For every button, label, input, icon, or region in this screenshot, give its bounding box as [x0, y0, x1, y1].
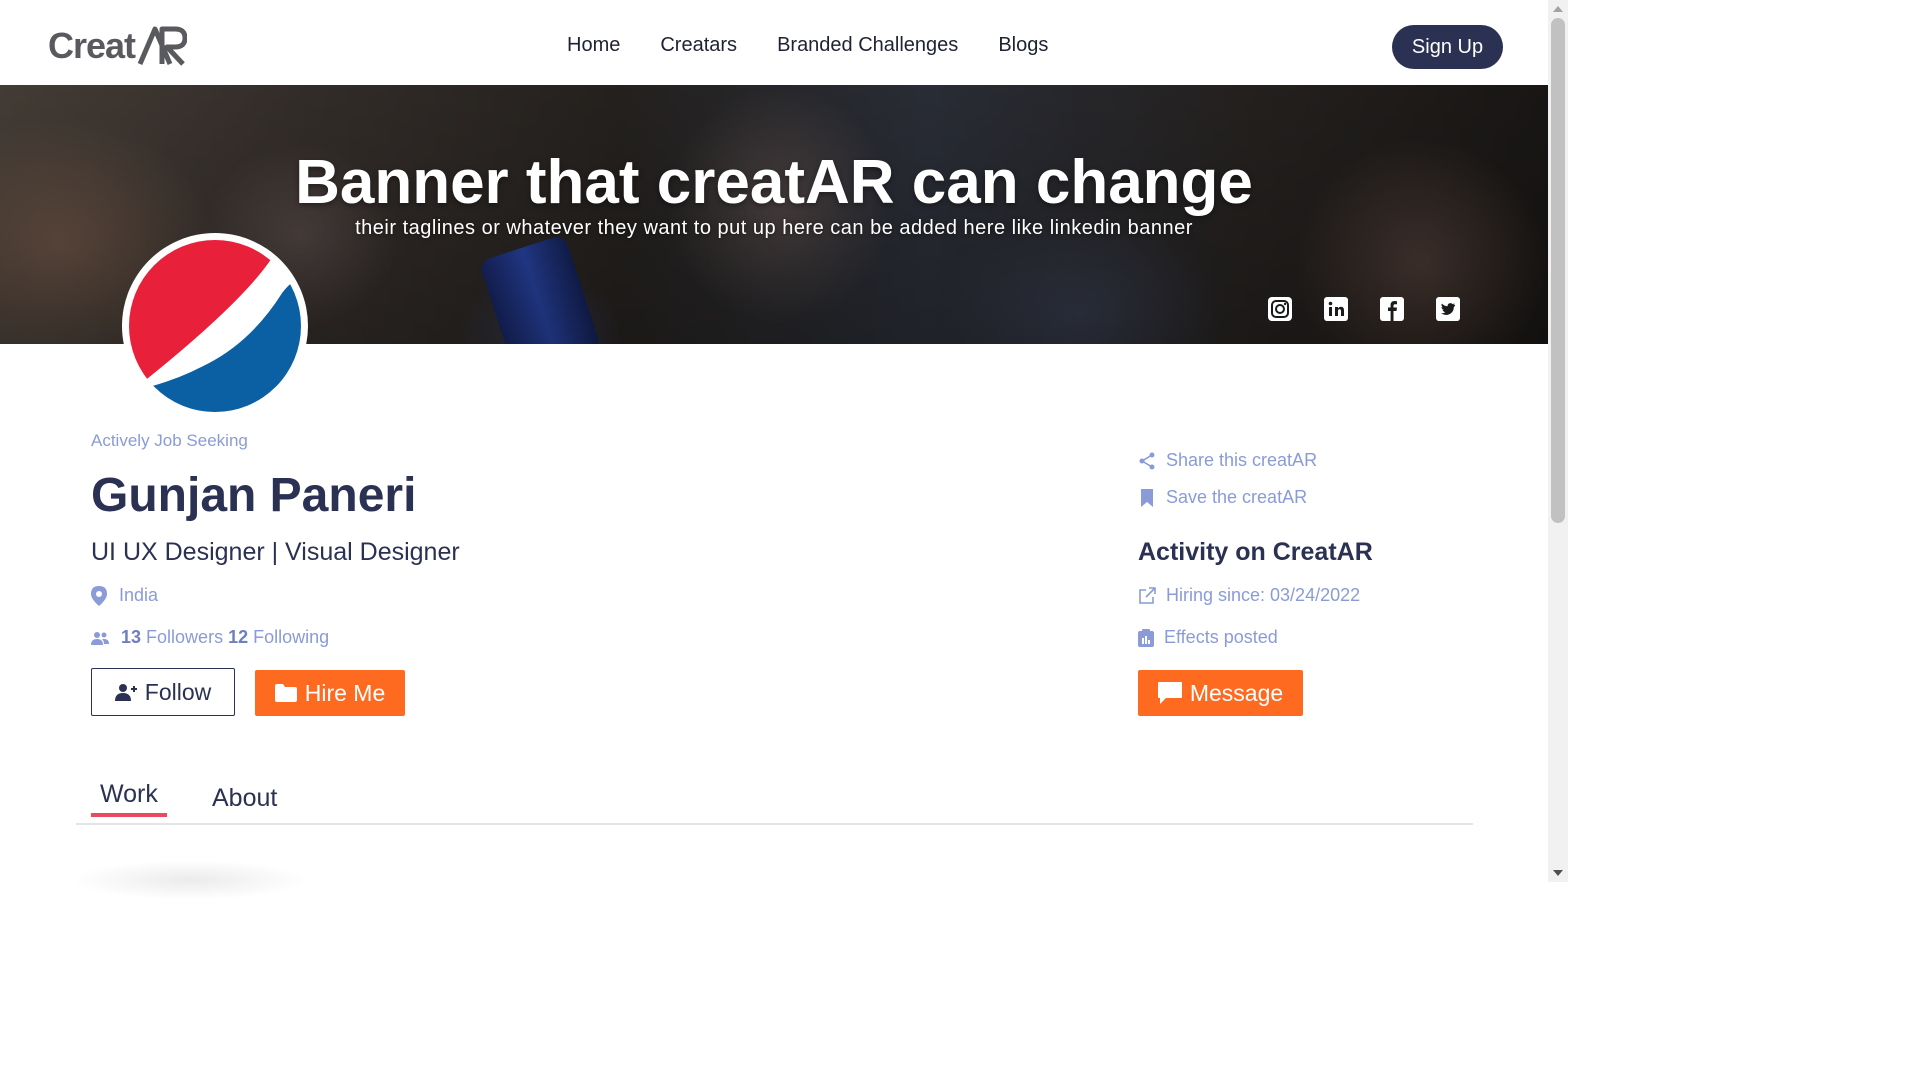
followers-count: 13: [121, 627, 142, 647]
scroll-down-icon[interactable]: [1553, 870, 1563, 876]
profile-location: India: [91, 585, 158, 606]
profile-role: UI UX Designer | Visual Designer: [91, 538, 460, 566]
folder-icon: [274, 684, 297, 702]
message-button[interactable]: Message: [1138, 670, 1303, 716]
external-link-icon: [1139, 586, 1156, 604]
nav-creatars[interactable]: Creatars: [660, 34, 737, 57]
linkedin-icon[interactable]: [1324, 297, 1348, 321]
social-links: [1268, 297, 1460, 321]
follow-button-label: Follow: [144, 678, 212, 705]
following-label[interactable]: Following: [253, 627, 329, 647]
tab-about[interactable]: About: [212, 784, 277, 813]
location-text: India: [119, 585, 159, 605]
message-icon: [1157, 682, 1182, 704]
nav-branded-challenges[interactable]: Branded Challenges: [777, 34, 958, 57]
hiring-since: Hiring since: 03/24/2022: [1138, 585, 1360, 606]
signup-button[interactable]: Sign Up: [1392, 25, 1503, 69]
pepsi-logo-icon: [127, 238, 303, 414]
share-label: Share this creatAR: [1166, 450, 1318, 470]
save-label: Save the creatAR: [1166, 487, 1308, 507]
hire-me-button[interactable]: Hire Me: [255, 670, 405, 716]
follow-stats: 13 Followers 12 Following: [91, 627, 329, 648]
effects-posted-text: Effects posted: [1164, 627, 1278, 647]
profile-tabs: Work About: [76, 780, 1473, 825]
effects-posted: Effects posted: [1138, 627, 1278, 648]
creatar-logo[interactable]: Creat: [48, 24, 188, 68]
work-card-shadow: [70, 860, 310, 900]
bookmark-icon: [1141, 488, 1153, 507]
profile-name: Gunjan Paneri: [91, 469, 417, 522]
scroll-thumb[interactable]: [1551, 18, 1565, 523]
nav-blogs[interactable]: Blogs: [998, 34, 1048, 57]
logo-text: Creat: [48, 25, 136, 66]
top-navbar: Creat Home Creatars Branded Challenges B…: [0, 0, 1548, 86]
activity-heading: Activity on CreatAR: [1138, 538, 1373, 566]
message-label: Message: [1189, 679, 1284, 706]
nav-home[interactable]: Home: [567, 34, 620, 57]
share-creatar-link[interactable]: Share this creatAR: [1138, 450, 1317, 471]
followers-label[interactable]: Followers: [146, 627, 223, 647]
banner-title: Banner that creatAR can change: [295, 148, 1253, 217]
location-pin-icon: [91, 585, 107, 606]
twitter-icon[interactable]: [1436, 297, 1460, 321]
instagram-icon[interactable]: [1268, 297, 1292, 321]
user-plus-icon: [114, 684, 137, 701]
clipboard-icon: [1138, 628, 1154, 647]
scroll-up-icon[interactable]: [1553, 6, 1563, 12]
page-scrollbar[interactable]: [1548, 0, 1568, 882]
save-creatar-link[interactable]: Save the creatAR: [1138, 487, 1307, 508]
facebook-icon[interactable]: [1380, 297, 1404, 321]
logo-ar-mark: [137, 26, 188, 66]
share-icon: [1139, 452, 1155, 469]
users-icon: [91, 631, 109, 645]
main-nav: Home Creatars Branded Challenges Blogs: [567, 34, 1048, 57]
follow-button[interactable]: Follow: [91, 668, 235, 716]
job-status: Actively Job Seeking: [91, 431, 248, 450]
profile-avatar: [122, 233, 308, 419]
hiring-since-text: Hiring since: 03/24/2022: [1166, 585, 1361, 605]
tab-work[interactable]: Work: [91, 780, 167, 817]
following-count: 12: [228, 627, 249, 647]
follow-stats-text: 13 Followers 12 Following: [121, 627, 329, 648]
hire-me-label: Hire Me: [304, 679, 386, 706]
